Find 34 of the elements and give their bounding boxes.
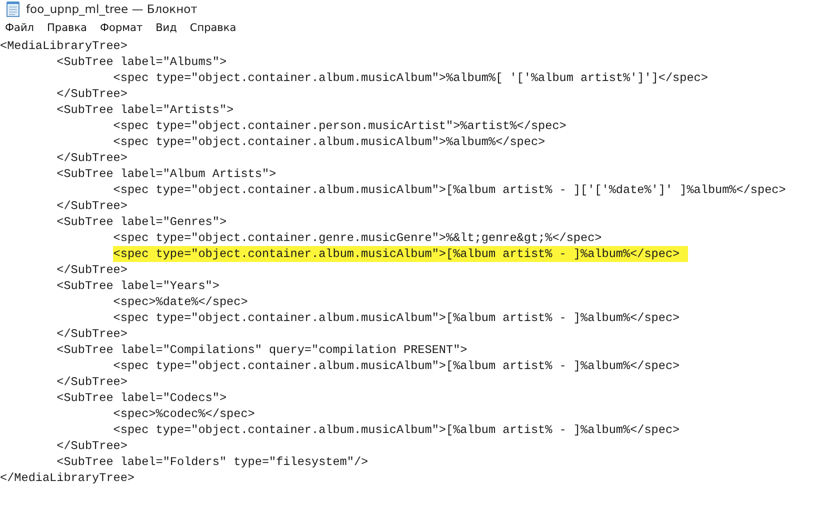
code-line: <SubTree label="Compilations" query="compilation PRESENT"> — [56, 343, 468, 357]
code-line: <SubTree label="Folders" type="filesystem"/> — [56, 455, 368, 469]
code-line: <SubTree label="Codecs"> — [56, 391, 227, 405]
menu-item[interactable]: Вид — [156, 22, 177, 34]
code-line: <SubTree label="Albums"> — [56, 55, 227, 69]
code-line: </SubTree> — [56, 87, 128, 101]
code-line: <spec type="object.container.album.musicAlbum">[%album artist% - ]%album%</spec> — [113, 359, 680, 373]
code-line: </SubTree> — [56, 263, 128, 277]
code-line: </SubTree> — [56, 199, 128, 213]
code-line: <spec type="object.container.album.musicAlbum">[%album artist% - ]%album%</spec> — [113, 423, 680, 437]
code-line: <SubTree label="Genres"> — [56, 215, 227, 229]
menu-item[interactable]: Справка — [190, 22, 236, 34]
menu-item[interactable]: Правка — [47, 22, 87, 34]
code-line: <spec type="object.container.person.musicArtist">%artist%</spec> — [113, 119, 566, 133]
code-line: <spec>%date%</spec> — [113, 295, 248, 309]
code-line: <MediaLibraryTree> — [0, 39, 128, 53]
code-line: <spec type="object.container.album.musicAlbum">[%album artist% - ]%album%</spec> — [113, 311, 680, 325]
code-line: <SubTree label="Artists"> — [56, 103, 234, 117]
code-line: <spec type="object.container.album.musicAlbum">%album%</spec> — [113, 135, 546, 149]
code-line: <spec type="object.container.album.musicAlbum">%album%[ '['%album artist%']']</spec> — [113, 71, 708, 85]
code-line: </SubTree> — [56, 439, 128, 453]
code-line: <SubTree label="Album Artists"> — [56, 167, 276, 181]
code-line: </SubTree> — [56, 151, 128, 165]
code-line: <spec type="object.container.album.musicAlbum">[%album artist% - ]['['%date%']' ]%album%</spec> — [113, 183, 786, 197]
menu-item[interactable]: Формат — [100, 22, 143, 34]
code-line: </MediaLibraryTree> — [0, 471, 135, 485]
code-line: <spec>%codec%</spec> — [113, 407, 255, 421]
code-line: </SubTree> — [56, 375, 128, 389]
notepad-icon — [6, 1, 20, 17]
code-line: </SubTree> — [56, 327, 128, 341]
window-title: foo_upnp_ml_tree — Блокнот — [26, 2, 198, 16]
code-line: <spec type="object.container.genre.musicGenre">%&lt;genre&gt;%</spec> — [113, 231, 602, 245]
menu-item[interactable]: Файл — [5, 22, 34, 34]
code-line: <SubTree label="Years"> — [56, 279, 220, 293]
